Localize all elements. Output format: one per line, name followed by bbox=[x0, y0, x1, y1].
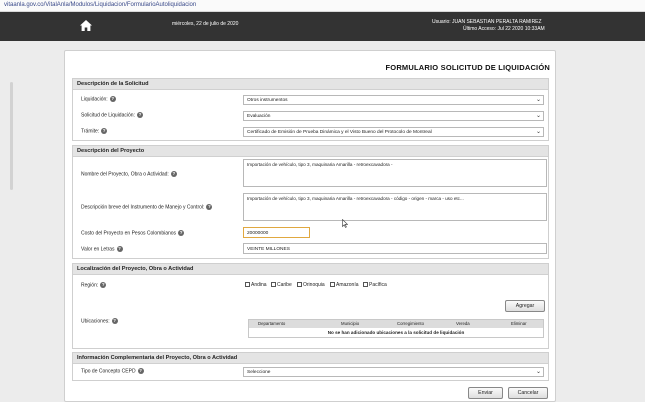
region-checkbox-andina[interactable]: Andina bbox=[245, 282, 267, 288]
costo-label: Costo del Proyecto en Pesos Colombianos? bbox=[81, 230, 185, 237]
region-checkbox-orinoquia[interactable]: Orinoquia bbox=[297, 282, 325, 288]
form-title: FORMULARIO SOLICITUD DE LIQUIDACIÓN bbox=[385, 63, 550, 72]
nombre-textarea[interactable]: Importación de vehículo, tipo 3, maquina… bbox=[243, 159, 547, 187]
descripcion-label: Descripción breve del Instrumento de Man… bbox=[81, 204, 213, 211]
section-complementaria: Información Complementaria del Proyecto,… bbox=[72, 352, 549, 381]
address-bar[interactable]: vitaanla.gov.co/VitalAnla/Modulos/Liquid… bbox=[0, 0, 645, 12]
app-header: miércoles, 22 de julio de 2020 Usuario: … bbox=[0, 12, 645, 41]
tipo-concepto-select[interactable]: Seleccione ⌄ bbox=[243, 367, 544, 377]
chevron-down-icon: ⌄ bbox=[535, 129, 541, 135]
section-heading: Información Complementaria del Proyecto,… bbox=[73, 353, 548, 364]
liquidacion-select[interactable]: Otros instrumentos ⌄ bbox=[243, 95, 544, 105]
column-header: Departamento bbox=[258, 321, 286, 326]
section-solicitud: Descripción de la Solicitud Liquidación:… bbox=[72, 78, 549, 141]
help-icon[interactable]: ? bbox=[111, 318, 118, 324]
section-heading: Descripción del Proyecto bbox=[73, 146, 548, 157]
cancel-button[interactable]: Cancelar bbox=[508, 387, 548, 399]
help-icon[interactable]: ? bbox=[100, 282, 107, 288]
help-icon[interactable]: ? bbox=[116, 246, 123, 252]
header-last-access: Último Acceso: Jul 22 2020 10:33AM bbox=[463, 26, 545, 32]
help-icon[interactable]: ? bbox=[136, 112, 143, 118]
ubicaciones-label: Ubicaciones:? bbox=[81, 318, 118, 325]
help-icon[interactable]: ? bbox=[101, 128, 108, 134]
home-icon[interactable] bbox=[80, 20, 92, 31]
column-header: Corregimiento bbox=[397, 321, 424, 326]
tramite-select[interactable]: Certificado de Emisión de Prueba Dinámic… bbox=[243, 127, 544, 137]
region-checkbox-pacifica[interactable]: Pacífica bbox=[363, 282, 387, 288]
tipo-concepto-label: Tipo de Concepto CEPD? bbox=[81, 368, 144, 375]
send-button[interactable]: Enviar bbox=[468, 387, 503, 399]
region-checkbox-caribe[interactable]: Caribe bbox=[271, 282, 292, 288]
page-scrollbar[interactable] bbox=[10, 82, 13, 190]
tramite-label: Trámite:? bbox=[81, 128, 108, 135]
solicitud-select[interactable]: Evaluación ⌄ bbox=[243, 111, 544, 121]
mouse-cursor-icon bbox=[342, 219, 348, 228]
costo-input[interactable]: 20000000 bbox=[243, 227, 310, 238]
locations-empty-message: No se han adicionado ubicaciones a la so… bbox=[249, 328, 543, 337]
column-header: Vereda bbox=[456, 321, 470, 326]
liquidacion-label: Liquidación:? bbox=[81, 96, 116, 103]
region-label: Región:? bbox=[81, 282, 107, 289]
locations-table: Departamento Municipio Corregimiento Ver… bbox=[248, 319, 544, 338]
chevron-down-icon: ⌄ bbox=[535, 97, 541, 103]
section-heading: Localización del Proyecto, Obra o Activi… bbox=[73, 264, 548, 275]
column-header: Eliminar bbox=[511, 321, 527, 326]
section-heading: Descripción de la Solicitud bbox=[73, 79, 548, 90]
help-icon[interactable]: ? bbox=[170, 171, 177, 177]
column-header: Municipio bbox=[341, 321, 360, 326]
section-proyecto: Descripción del Proyecto Nombre del Proy… bbox=[72, 145, 549, 259]
region-checkbox-amazonia[interactable]: Amazonía bbox=[330, 282, 359, 288]
valor-letras-input: VEINTE MILLONES bbox=[243, 243, 547, 254]
form-panel: FORMULARIO SOLICITUD DE LIQUIDACIÓN Desc… bbox=[64, 50, 556, 402]
locations-table-header: Departamento Municipio Corregimiento Ver… bbox=[249, 320, 543, 328]
add-location-button[interactable]: Agregar bbox=[505, 300, 545, 312]
header-date: miércoles, 22 de julio de 2020 bbox=[172, 21, 239, 27]
help-icon[interactable]: ? bbox=[178, 230, 185, 236]
nombre-label: Nombre del Proyecto, Obra o Actividad:? bbox=[81, 171, 177, 178]
header-user: Usuario: JUAN SEBASTIAN PERALTA RAMIREZ bbox=[432, 19, 542, 25]
chevron-down-icon: ⌄ bbox=[535, 113, 541, 119]
solicitud-label: Solicitud de Liquidación:? bbox=[81, 112, 143, 119]
help-icon[interactable]: ? bbox=[206, 204, 213, 210]
help-icon[interactable]: ? bbox=[137, 368, 144, 374]
descripcion-textarea[interactable]: Importación de vehículo, tipo 3, maquina… bbox=[243, 193, 547, 221]
help-icon[interactable]: ? bbox=[109, 96, 116, 102]
valor-letras-label: Valor en Letras? bbox=[81, 246, 123, 253]
chevron-down-icon: ⌄ bbox=[535, 369, 541, 375]
section-localizacion: Localización del Proyecto, Obra o Activi… bbox=[72, 263, 549, 349]
